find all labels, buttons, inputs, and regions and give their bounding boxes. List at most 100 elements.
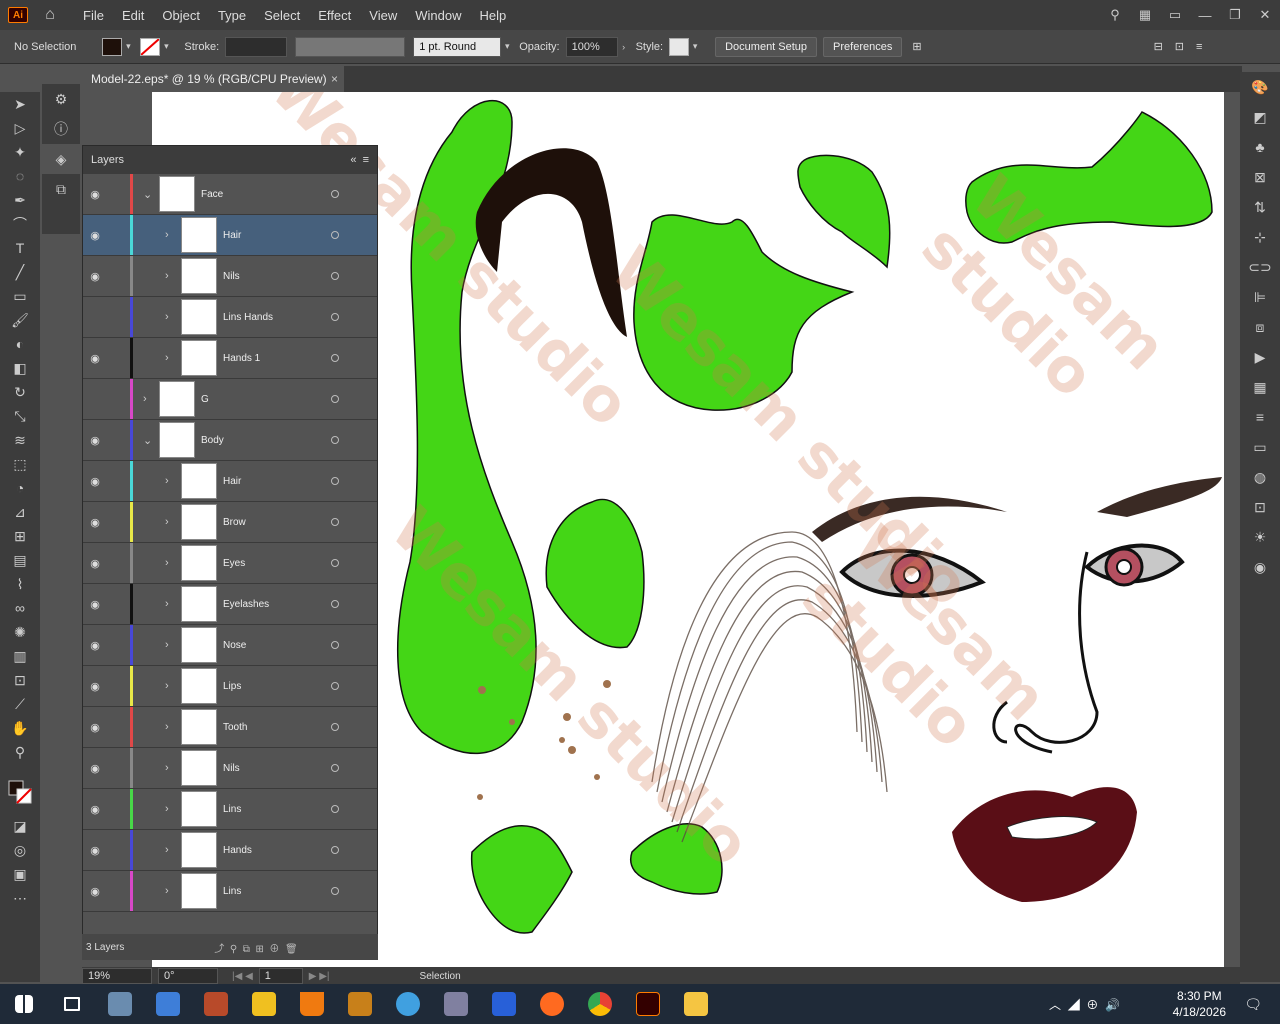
player-icon[interactable] <box>240 984 288 1024</box>
color-mode-icon[interactable]: ◪ <box>0 814 40 838</box>
curvature-tool-icon[interactable]: ⌒ <box>0 212 40 236</box>
layer-row[interactable]: ◉ › Nils <box>83 256 377 297</box>
layer-name[interactable]: Nils <box>223 271 240 282</box>
file-explorer-icon[interactable] <box>672 984 720 1024</box>
layer-target-icon[interactable] <box>331 477 339 485</box>
layer-row[interactable]: › G <box>83 379 377 420</box>
layer-row[interactable]: ◉ › Hair <box>83 461 377 502</box>
zoom-tool-icon[interactable]: ⚲ <box>0 740 40 764</box>
more-tools-icon[interactable]: ⋯ <box>0 886 40 910</box>
document-setup-button[interactable]: Document Setup <box>715 36 818 57</box>
zoom-field[interactable]: 19% <box>82 968 152 984</box>
layer-row[interactable]: › Lins Hands <box>83 297 377 338</box>
variable-width-field[interactable] <box>295 36 406 57</box>
layer-name[interactable]: Hair <box>223 476 241 487</box>
layer-name[interactable]: Hair <box>223 230 241 241</box>
gradient-tool-icon[interactable]: ▤ <box>0 548 40 572</box>
chevron-right-icon[interactable]: › <box>165 475 169 487</box>
layer-name[interactable]: Hands <box>223 845 252 856</box>
menu-view[interactable]: View <box>360 8 406 23</box>
layer-row[interactable]: ◉ › Lins <box>83 871 377 912</box>
brush-dropdown-icon[interactable]: ▾ <box>501 41 513 52</box>
layer-row[interactable]: ◉ ⌄ Body <box>83 420 377 461</box>
chevron-right-icon[interactable]: › <box>143 393 147 405</box>
restore-button[interactable]: ❐ <box>1220 7 1250 23</box>
menu-effect[interactable]: Effect <box>309 8 360 23</box>
chevron-right-icon[interactable]: › <box>165 352 169 364</box>
rectangle-tool-icon[interactable]: ▭ <box>0 284 40 308</box>
visibility-eye-icon[interactable]: ◉ <box>83 885 107 898</box>
layer-target-icon[interactable] <box>331 190 339 198</box>
home-icon[interactable]: ⌂ <box>40 6 60 24</box>
layer-row[interactable]: ◉ › Eyes <box>83 543 377 584</box>
layer-target-icon[interactable] <box>331 887 339 895</box>
chevron-right-icon[interactable]: › <box>165 311 169 323</box>
layer-row[interactable]: ◉ › Hands 1 <box>83 338 377 379</box>
chevron-right-icon[interactable]: › <box>165 229 169 241</box>
layer-target-icon[interactable] <box>331 805 339 813</box>
info-icon[interactable]: ⓘ <box>42 114 80 144</box>
menu-help[interactable]: Help <box>470 8 515 23</box>
fill-dropdown-icon[interactable]: ▾ <box>122 41 134 52</box>
image-trace-icon[interactable]: ☀ <box>1240 522 1280 552</box>
color-panel-icon[interactable]: 🎨 <box>1240 72 1280 102</box>
layer-name[interactable]: Eyes <box>223 558 245 569</box>
blob-brush-tool-icon[interactable]: ◐ <box>0 332 40 356</box>
layer-target-icon[interactable] <box>331 846 339 854</box>
app-icon-6[interactable] <box>432 984 480 1024</box>
layer-target-icon[interactable] <box>331 600 339 608</box>
fill-swatch[interactable] <box>102 37 123 56</box>
warp-tool-icon[interactable]: ≋ <box>0 428 40 452</box>
paintbrush-tool-icon[interactable]: 🖌 <box>0 308 40 332</box>
menu-select[interactable]: Select <box>255 8 309 23</box>
firefox-icon[interactable] <box>528 984 576 1024</box>
layer-target-icon[interactable] <box>331 682 339 690</box>
appearance-panel-icon[interactable]: ⊡ <box>1240 492 1280 522</box>
layer-name[interactable]: Body <box>201 435 224 446</box>
layer-name[interactable]: Hands 1 <box>223 353 260 364</box>
menu-window[interactable]: Window <box>406 8 470 23</box>
visibility-eye-icon[interactable]: ◉ <box>83 434 107 447</box>
layer-target-icon[interactable] <box>331 764 339 772</box>
layer-name[interactable]: Lins <box>223 886 241 897</box>
close-button[interactable]: ✕ <box>1250 7 1280 23</box>
chevron-right-icon[interactable]: › <box>165 270 169 282</box>
visibility-eye-icon[interactable]: ◉ <box>83 680 107 693</box>
gradient-panel-icon[interactable]: ▭ <box>1240 432 1280 462</box>
chevron-right-icon[interactable]: › <box>165 557 169 569</box>
layer-name[interactable]: Lins <box>223 804 241 815</box>
pathfinder-panel-icon[interactable]: ⧈ <box>1240 312 1280 342</box>
blend-tool-icon[interactable]: ∞ <box>0 596 40 620</box>
layer-name[interactable]: Eyelashes <box>223 599 269 610</box>
app-icon-3[interactable] <box>192 984 240 1024</box>
layer-target-icon[interactable] <box>331 518 339 526</box>
chevron-right-icon[interactable]: › <box>165 598 169 610</box>
app-icon-4[interactable] <box>336 984 384 1024</box>
layer-row[interactable]: ◉ › Hands <box>83 830 377 871</box>
task-view-icon[interactable] <box>48 984 96 1024</box>
chevron-right-icon[interactable]: › <box>165 844 169 856</box>
visibility-eye-icon[interactable]: ◉ <box>83 844 107 857</box>
visibility-eye-icon[interactable]: ◉ <box>83 557 107 570</box>
layer-target-icon[interactable] <box>331 313 339 321</box>
chevron-right-icon[interactable]: › <box>165 762 169 774</box>
selection-tool-icon[interactable]: ➤ <box>0 92 40 116</box>
taskbar-clock[interactable]: 8:30 PM 4/18/2026 <box>1173 988 1226 1020</box>
app-icon-5[interactable] <box>384 984 432 1024</box>
artboards-panel-icon[interactable]: ⧉ <box>42 174 80 204</box>
slice-tool-icon[interactable]: ⟋ <box>0 692 40 716</box>
illustrator-taskbar-icon[interactable] <box>624 984 672 1024</box>
search-icon[interactable]: ⚲ <box>1100 7 1130 23</box>
vlc-icon[interactable] <box>288 984 336 1024</box>
menu-file[interactable]: File <box>74 8 113 23</box>
layer-name[interactable]: Nils <box>223 763 240 774</box>
transparency-panel-icon[interactable]: ◍ <box>1240 462 1280 492</box>
stroke-weight-field[interactable] <box>225 36 288 57</box>
system-tray-icons[interactable]: ︿ ◢ ⊕ 🔊 <box>1049 996 1120 1013</box>
visibility-eye-icon[interactable]: ◉ <box>83 639 107 652</box>
layer-name[interactable]: Tooth <box>223 722 247 733</box>
transform-icon[interactable]: ⊡ <box>1175 40 1184 53</box>
visibility-eye-icon[interactable]: ◉ <box>83 188 107 201</box>
pen-tool-icon[interactable]: ✒ <box>0 188 40 212</box>
layer-row[interactable]: ◉ › Brow <box>83 502 377 543</box>
